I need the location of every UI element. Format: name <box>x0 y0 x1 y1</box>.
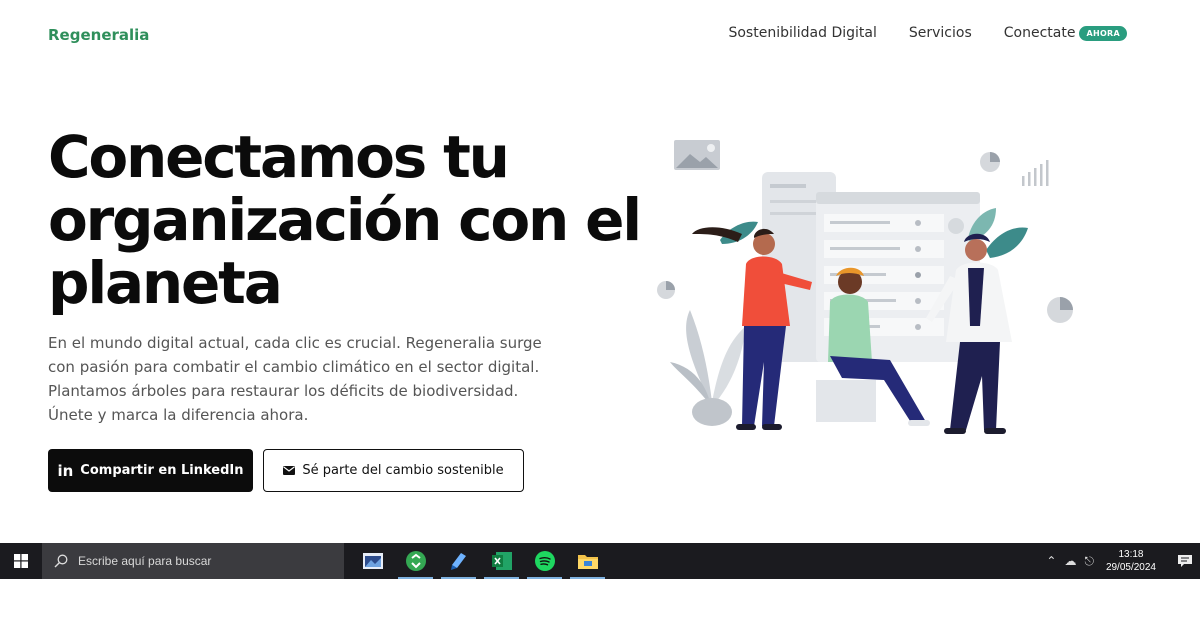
hero-title: Conectamos tu organización con el planet… <box>48 123 642 317</box>
nav-sostenibilidad-digital[interactable]: Sostenibilidad Digital <box>728 25 876 41</box>
taskbar-search-input[interactable]: Escribe aquí para buscar <box>42 543 344 579</box>
taskbar-app-recycle[interactable] <box>394 543 437 579</box>
system-tray: ⌃ ☁ ⎋ 13:18 29/05/2024 <box>1046 543 1200 579</box>
image-placeholder-icon <box>674 140 720 170</box>
battery-plug-icon[interactable]: ⎋ <box>1084 554 1094 569</box>
taskbar-clock[interactable]: 13:18 29/05/2024 <box>1106 548 1156 574</box>
bar-chart-icon <box>1022 160 1049 186</box>
start-button[interactable] <box>0 543 42 579</box>
taskbar-app-notes[interactable] <box>437 543 480 579</box>
taskbar-app-file-explorer[interactable] <box>566 543 609 579</box>
clock-date: 29/05/2024 <box>1105 562 1156 573</box>
notification-icon <box>1178 554 1192 567</box>
windows-icon <box>14 554 28 568</box>
search-placeholder: Escribe aquí para buscar <box>78 554 212 568</box>
linkedin-icon: in <box>57 461 74 480</box>
logo[interactable]: Regeneralia <box>48 26 149 44</box>
plant-left <box>670 310 746 426</box>
search-icon <box>54 554 68 568</box>
join-change-button[interactable]: Sé parte del cambio sostenible <box>263 449 524 492</box>
nav-servicios[interactable]: Servicios <box>909 25 972 41</box>
spotify-icon <box>534 551 555 571</box>
file-explorer-icon <box>577 555 598 569</box>
nav-conectate[interactable]: Conectate AHORA <box>1004 25 1127 41</box>
excel-icon <box>491 552 512 570</box>
main-nav: Sostenibilidad Digital Servicios Conecta… <box>728 25 1127 41</box>
notification-button[interactable] <box>1170 543 1200 579</box>
hero-description: En el mundo digital actual, cada clic es… <box>48 334 542 424</box>
share-linkedin-button[interactable]: in Compartir en LinkedIn <box>48 449 253 492</box>
recycle-app-icon <box>405 551 426 571</box>
clock-time: 13:18 <box>1118 549 1144 560</box>
site-header: Regeneralia Sostenibilidad Digital Servi… <box>0 0 1200 70</box>
image-viewer-icon <box>362 553 383 569</box>
taskbar-app-excel[interactable] <box>480 543 523 579</box>
taskbar: Escribe aquí para buscar ⌃ ☁ ⎋ 13:18 29/… <box>0 543 1200 579</box>
taskbar-app-image-viewer[interactable] <box>351 543 394 579</box>
notes-app-icon <box>450 553 466 570</box>
join-change-label: Sé parte del cambio sostenible <box>302 463 504 478</box>
cloud-icon[interactable]: ☁ <box>1064 554 1076 568</box>
hero-illustration <box>657 140 1073 434</box>
taskbar-app-spotify[interactable] <box>523 543 566 579</box>
chevron-up-icon[interactable]: ⌃ <box>1046 554 1056 568</box>
nav-conectate-label: Conectate <box>1003 25 1076 41</box>
share-linkedin-label: Compartir en LinkedIn <box>80 463 244 478</box>
mail-icon <box>283 466 296 475</box>
ahora-badge: AHORA <box>1079 25 1127 41</box>
taskbar-apps <box>351 543 609 579</box>
